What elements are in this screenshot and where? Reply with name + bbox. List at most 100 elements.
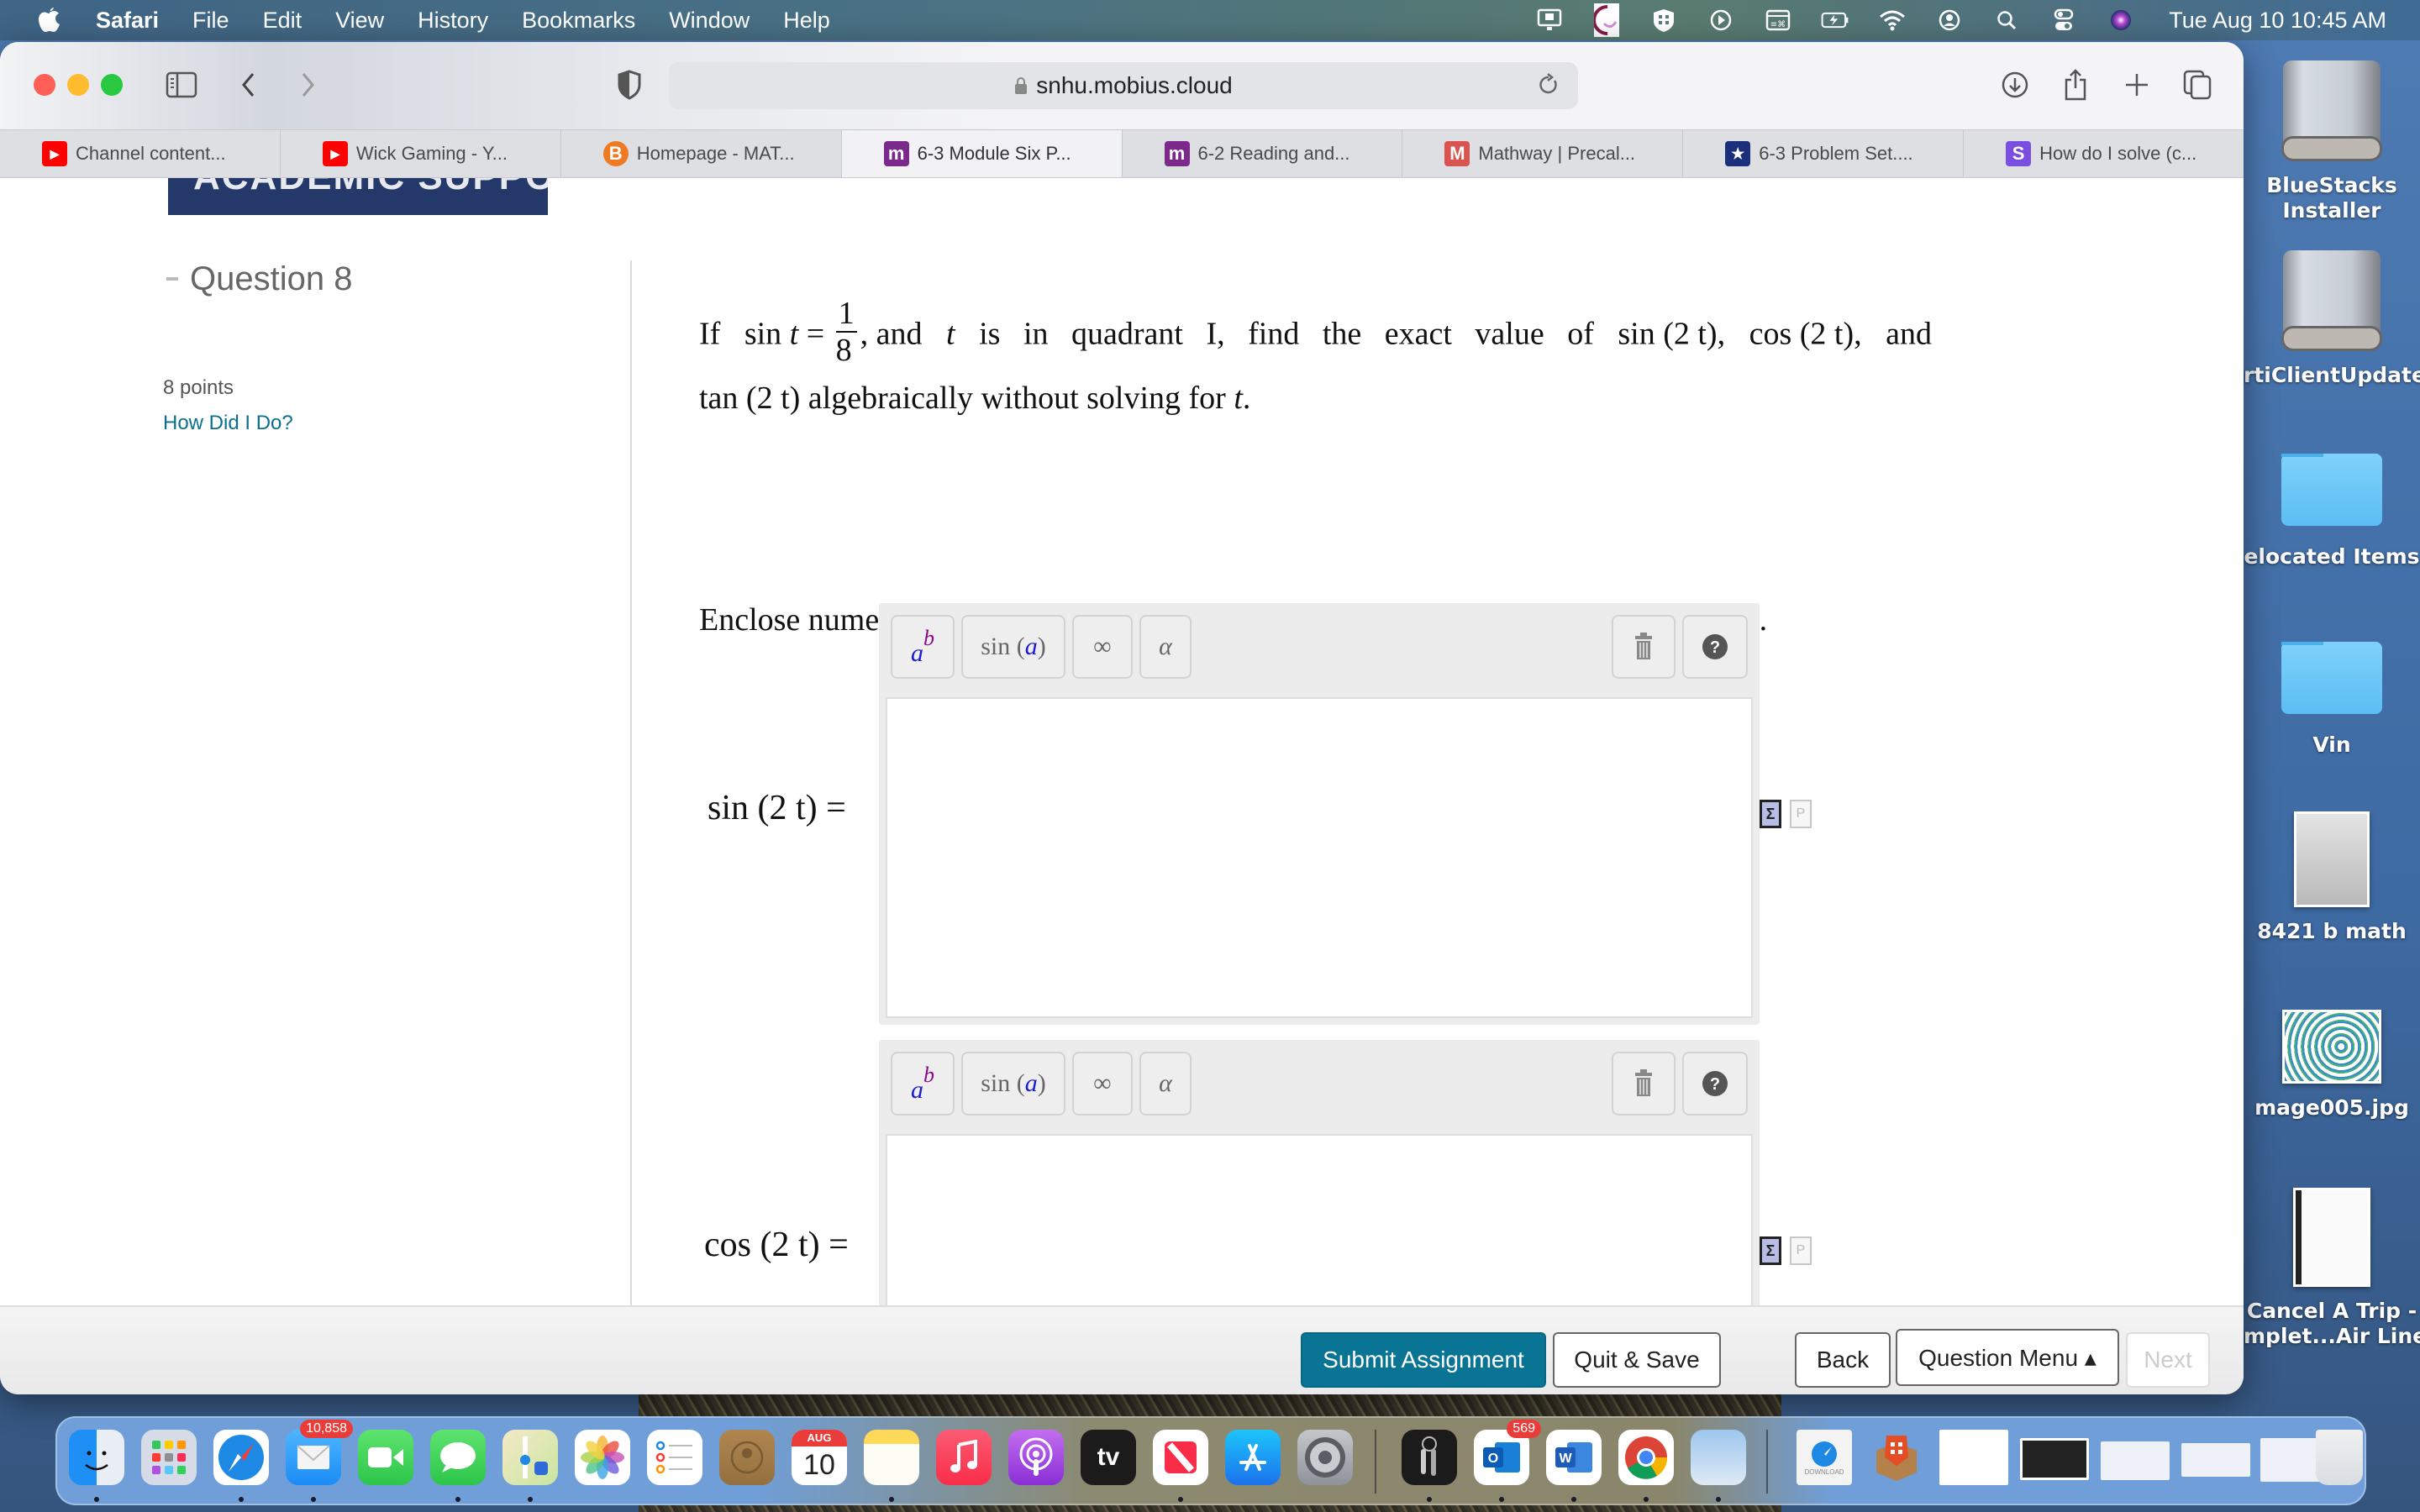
next-button[interactable]: Next bbox=[2126, 1332, 2210, 1388]
desktop-item-image005[interactable]: mage005.jpg bbox=[2244, 1010, 2420, 1121]
tab-homepage-mat[interactable]: B Homepage - MAT... bbox=[561, 130, 842, 177]
desktop-item-bluestacks[interactable]: BlueStacks Installer bbox=[2244, 60, 2420, 223]
dock-chrome-icon[interactable] bbox=[1618, 1430, 1674, 1485]
functions-palette-button[interactable]: sin (a) bbox=[961, 1052, 1065, 1116]
dock-keychain-access-icon[interactable] bbox=[1402, 1430, 1457, 1485]
greek-palette-button[interactable]: α bbox=[1139, 1052, 1192, 1116]
menu-window[interactable]: Window bbox=[669, 8, 750, 34]
text-mode-icon[interactable]: P bbox=[1790, 1236, 1812, 1265]
dock-reminders-icon[interactable] bbox=[647, 1430, 702, 1485]
dock-messages-icon[interactable] bbox=[430, 1430, 486, 1485]
address-bar[interactable]: snhu.mobius.cloud bbox=[669, 62, 1578, 109]
dock-mail-icon[interactable]: 10,858 bbox=[286, 1420, 353, 1485]
tab-6-3-module-six[interactable]: m 6-3 Module Six P... bbox=[841, 130, 1123, 177]
exponent-palette-button[interactable]: ab bbox=[891, 615, 955, 679]
dock-contacts-icon[interactable] bbox=[719, 1430, 775, 1485]
dock-tv-icon[interactable]: tv bbox=[1081, 1430, 1136, 1485]
text-mode-icon[interactable]: P bbox=[1790, 800, 1812, 828]
submit-assignment-button[interactable]: Submit Assignment bbox=[1301, 1332, 1546, 1388]
dock-minimized-outlook-window[interactable] bbox=[1939, 1430, 2008, 1485]
dock-facetime-icon[interactable] bbox=[358, 1430, 413, 1485]
dock-trash-icon[interactable] bbox=[2316, 1430, 2363, 1485]
shield-grid-icon[interactable] bbox=[1649, 8, 1678, 33]
sidebar-toggle-icon[interactable] bbox=[165, 64, 198, 106]
math-mode-icon[interactable]: Σ bbox=[1760, 800, 1781, 828]
minimize-window-button[interactable] bbox=[67, 74, 89, 96]
dock-safari-icon[interactable] bbox=[213, 1430, 269, 1485]
desktop-item-relocated-items[interactable]: elocated Items bbox=[2244, 454, 2420, 570]
answer-input-sin2t[interactable] bbox=[886, 697, 1753, 1018]
desktop-item-8421-b-math[interactable]: 8421 b math bbox=[2244, 811, 2420, 944]
user-circle-icon[interactable] bbox=[1935, 8, 1964, 33]
question-menu-button[interactable]: Question Menu ▴ bbox=[1896, 1329, 2119, 1386]
menu-history[interactable]: History bbox=[418, 8, 488, 34]
help-button[interactable]: ? bbox=[1682, 615, 1748, 679]
apple-menu-icon[interactable] bbox=[37, 6, 62, 34]
functions-palette-button[interactable]: sin (a) bbox=[961, 615, 1065, 679]
share-icon[interactable] bbox=[2060, 64, 2091, 106]
tab-wick-gaming[interactable]: ▶ Wick Gaming - Y... bbox=[281, 130, 561, 177]
dock-downloads-stack-icon[interactable]: DOWNLOAD bbox=[1797, 1430, 1852, 1485]
siri-icon[interactable] bbox=[2107, 8, 2135, 33]
clear-trash-button[interactable] bbox=[1612, 1052, 1676, 1116]
dock-news-icon[interactable] bbox=[1153, 1430, 1208, 1485]
clear-trash-button[interactable] bbox=[1612, 615, 1676, 679]
dock-app-store-icon[interactable] bbox=[1225, 1430, 1281, 1485]
dock-maps-icon[interactable] bbox=[502, 1430, 558, 1485]
privacy-shield-icon[interactable] bbox=[615, 64, 644, 106]
quit-save-button[interactable]: Quit & Save bbox=[1553, 1332, 1721, 1388]
dock-music-icon[interactable] bbox=[936, 1430, 992, 1485]
new-tab-icon[interactable] bbox=[2123, 64, 2151, 106]
dock-finder-icon[interactable] bbox=[69, 1430, 124, 1485]
dock-notes-icon[interactable] bbox=[864, 1430, 919, 1485]
infinity-palette-button[interactable]: ∞ bbox=[1072, 1052, 1133, 1116]
how-did-i-do-link[interactable]: How Did I Do? bbox=[163, 412, 293, 435]
dock-podcasts-icon[interactable] bbox=[1008, 1430, 1064, 1485]
academic-support-banner[interactable]: ACADEMIC SUPPORT bbox=[168, 178, 548, 215]
spotlight-search-icon[interactable] bbox=[1992, 8, 2021, 33]
infinity-palette-button[interactable]: ∞ bbox=[1072, 615, 1133, 679]
desktop-item-vin[interactable]: Vin bbox=[2244, 642, 2420, 758]
back-button[interactable]: Back bbox=[1795, 1332, 1891, 1388]
menu-help[interactable]: Help bbox=[783, 8, 830, 34]
greek-palette-button[interactable]: α bbox=[1139, 615, 1192, 679]
dock-system-preferences-icon[interactable] bbox=[1297, 1430, 1353, 1485]
menu-safari[interactable]: Safari bbox=[96, 8, 159, 34]
close-window-button[interactable] bbox=[34, 74, 55, 96]
dock-outlook-icon[interactable]: O 569 bbox=[1474, 1420, 1541, 1485]
display-icon[interactable] bbox=[1535, 8, 1564, 33]
help-button[interactable]: ? bbox=[1682, 1052, 1748, 1116]
menu-bookmarks[interactable]: Bookmarks bbox=[522, 8, 635, 34]
creative-cloud-icon[interactable] bbox=[1592, 3, 1621, 37]
dock-launchpad-icon[interactable] bbox=[141, 1430, 197, 1485]
exponent-palette-button[interactable]: ab bbox=[891, 1052, 955, 1116]
menu-file[interactable]: File bbox=[192, 8, 229, 34]
dock-preview-icon[interactable] bbox=[1691, 1430, 1746, 1485]
dock-word-icon[interactable]: W bbox=[1546, 1430, 1602, 1485]
dock-calendar-icon[interactable]: AUG 10 bbox=[792, 1430, 847, 1485]
menu-view[interactable]: View bbox=[335, 8, 384, 34]
tab-6-2-reading[interactable]: m 6-2 Reading and... bbox=[1123, 130, 1403, 177]
dock-minimized-preview-window[interactable] bbox=[2020, 1438, 2089, 1480]
zoom-window-button[interactable] bbox=[101, 74, 123, 96]
tab-overview-icon[interactable] bbox=[2183, 64, 2213, 106]
menu-clock[interactable]: Tue Aug 10 10:45 AM bbox=[2169, 8, 2386, 34]
dock-minimized-outlook-window-2[interactable] bbox=[2101, 1441, 2170, 1480]
tab-6-3-problem-set[interactable]: ★ 6-3 Problem Set.... bbox=[1683, 130, 1965, 177]
dock-minimized-mail-window[interactable] bbox=[2181, 1443, 2250, 1477]
tab-mathway[interactable]: M Mathway | Precal... bbox=[1402, 130, 1684, 177]
dock-photos-icon[interactable] bbox=[575, 1430, 630, 1485]
desktop-item-cancel-a-trip[interactable]: Cancel A Trip - mplet...Air Lines bbox=[2244, 1188, 2420, 1349]
desktop-item-forticlientupdate[interactable]: rtiClientUpdate bbox=[2244, 250, 2420, 388]
tab-how-do-i-solve[interactable]: S How do I solve (c... bbox=[1964, 130, 2244, 177]
reload-icon[interactable] bbox=[1538, 72, 1560, 97]
back-nav-icon[interactable] bbox=[235, 64, 260, 106]
menu-edit[interactable]: Edit bbox=[263, 8, 302, 34]
wifi-icon[interactable] bbox=[1878, 8, 1907, 33]
math-mode-icon[interactable]: Σ bbox=[1760, 1236, 1781, 1265]
collapse-question-icon[interactable] bbox=[166, 277, 178, 281]
forward-nav-icon[interactable] bbox=[296, 64, 321, 106]
keyboard-viewer-icon[interactable]: ≡⌘ bbox=[1764, 8, 1792, 33]
control-center-icon[interactable] bbox=[2049, 8, 2078, 33]
tab-channel-content[interactable]: ▶ Channel content... bbox=[0, 130, 281, 177]
